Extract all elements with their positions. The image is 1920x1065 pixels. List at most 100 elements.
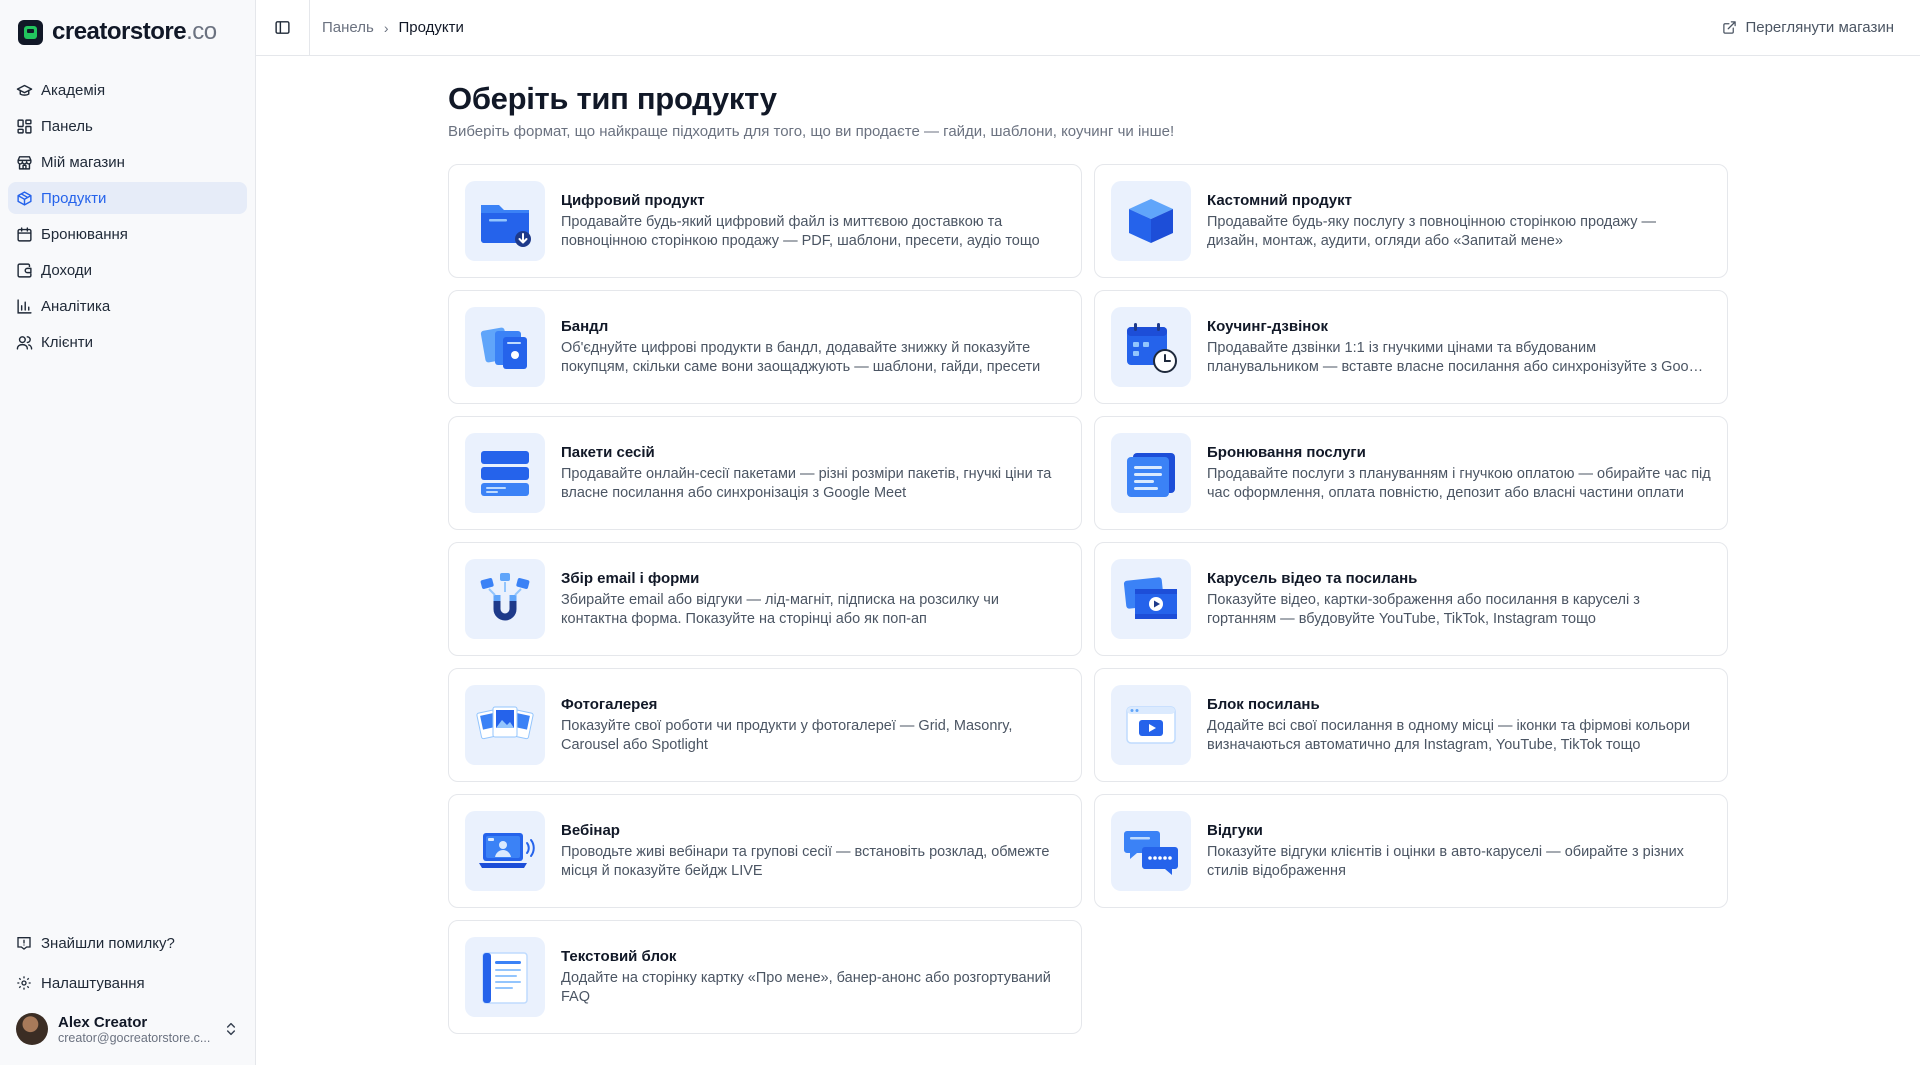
sidebar: creatorstore.co Академія Панель Мій мага… bbox=[0, 0, 256, 1065]
sidebar-item-clients[interactable]: Клієнти bbox=[8, 326, 247, 358]
product-card-text-block[interactable]: Текстовий блок Додайте на сторінку картк… bbox=[448, 920, 1082, 1035]
product-card-service-booking[interactable]: Бронювання послуги Продавайте послуги з … bbox=[1094, 416, 1728, 531]
card-title: Цифровий продукт bbox=[561, 191, 705, 209]
card-description: Показуйте відео, картки-зображення або п… bbox=[1207, 591, 1640, 627]
report-bug-label: Знайшли помилку? bbox=[41, 934, 175, 952]
page-title: Оберіть тип продукту bbox=[448, 81, 777, 116]
link-block-icon bbox=[1126, 706, 1176, 744]
photo-gallery-icon bbox=[476, 706, 534, 740]
card-description: Показуйте відгуки клієнтів і оцінки в ав… bbox=[1207, 843, 1684, 879]
brand-name: creatorstore.co bbox=[52, 18, 217, 45]
video-carousel-icon bbox=[1123, 577, 1177, 620]
webinar-laptop-icon bbox=[479, 833, 535, 869]
topbar: Панель › Продукти Переглянути магазин bbox=[256, 0, 1920, 56]
card-description: Продавайте будь-який цифровий файл із ми… bbox=[561, 213, 1040, 249]
sidebar-item-products[interactable]: Продукти bbox=[8, 182, 247, 214]
card-icon-box bbox=[1111, 307, 1191, 388]
card-icon-box bbox=[465, 559, 545, 640]
card-icon-box bbox=[465, 937, 545, 1018]
card-icon-box bbox=[1111, 685, 1191, 766]
product-card-link-block[interactable]: Блок посилань Додайте всі свої посилання… bbox=[1094, 668, 1728, 783]
graduation-cap-icon bbox=[16, 84, 33, 96]
card-description: Додайте всі свої посилання в одному місц… bbox=[1207, 717, 1691, 753]
product-card-reviews[interactable]: Відгуки Показуйте відгуки клієнтів і оці… bbox=[1094, 794, 1728, 909]
magnet-icon bbox=[480, 573, 530, 621]
card-title: Бандл bbox=[561, 317, 609, 335]
sidebar-item-label: Академія bbox=[41, 81, 106, 99]
card-title: Коучинг-дзвінок bbox=[1207, 317, 1328, 335]
card-icon-box bbox=[465, 181, 545, 262]
reviews-chat-icon bbox=[1124, 831, 1178, 876]
dashboard-grid-icon bbox=[17, 118, 32, 134]
card-description: Продавайте онлайн-сесії пакетами — різні… bbox=[561, 465, 1052, 501]
content: Оберіть тип продукту Виберіть формат, що… bbox=[256, 56, 1920, 1035]
text-document-icon bbox=[482, 952, 528, 1004]
page-subtitle: Виберіть формат, що найкраще підходить д… bbox=[448, 123, 1175, 141]
card-description: Збирайте email або відгуки — лід-магніт,… bbox=[561, 591, 999, 627]
brand-logo-icon bbox=[18, 19, 43, 45]
message-alert-icon bbox=[17, 937, 31, 950]
card-icon-box bbox=[465, 307, 545, 388]
gear-icon bbox=[17, 976, 31, 990]
card-description: Об'єднуйте цифрові продукти в бандл, дод… bbox=[561, 339, 1041, 375]
card-title: Збір email і форми bbox=[561, 569, 700, 587]
card-title: Фотогалерея bbox=[561, 695, 658, 713]
product-card-session-packages[interactable]: Пакети сесій Продавайте онлайн-сесії пак… bbox=[448, 416, 1082, 531]
sidebar-item-income[interactable]: Доходи bbox=[8, 254, 247, 286]
external-link-icon bbox=[1723, 21, 1737, 34]
sidebar-item-label: Мій магазин bbox=[41, 153, 125, 171]
card-icon-box bbox=[1111, 181, 1191, 262]
stacked-sessions-icon bbox=[481, 451, 529, 497]
card-title: Вебінар bbox=[561, 821, 620, 839]
sidebar-item-my-store[interactable]: Мій магазин bbox=[8, 146, 247, 178]
card-icon-box bbox=[1111, 811, 1191, 892]
sidebar-item-dashboard[interactable]: Панель bbox=[8, 110, 247, 142]
cube-icon bbox=[1129, 199, 1173, 244]
breadcrumb: Панель › Продукти bbox=[310, 19, 464, 36]
sidebar-footer: Знайшли помилку? Налаштування Alex Creat… bbox=[0, 927, 255, 1065]
sidebar-toggle-button[interactable] bbox=[256, 0, 310, 56]
product-card-digital[interactable]: Цифровий продукт Продавайте будь-який ци… bbox=[448, 164, 1082, 279]
view-store-link[interactable]: Переглянути магазин bbox=[1722, 19, 1894, 36]
sidebar-item-bookings[interactable]: Бронювання bbox=[8, 218, 247, 250]
sidebar-nav: Академія Панель Мій магазин Продукти Бро… bbox=[0, 64, 255, 358]
product-type-grid: Цифровий продукт Продавайте будь-який ци… bbox=[448, 164, 1920, 1035]
product-card-video-carousel[interactable]: Карусель відео та посилань Показуйте від… bbox=[1094, 542, 1728, 657]
product-card-custom[interactable]: Кастомний продукт Продавайте будь-яку по… bbox=[1094, 164, 1728, 279]
sidebar-item-academy[interactable]: Академія bbox=[8, 74, 247, 106]
product-card-bundle[interactable]: Бандл Об'єднуйте цифрові продукти в банд… bbox=[448, 290, 1082, 405]
card-title: Відгуки bbox=[1207, 821, 1263, 839]
sidebar-item-label: Аналітика bbox=[41, 297, 111, 315]
user-name: Alex Creator bbox=[58, 1013, 148, 1031]
sidebar-item-label: Панель bbox=[41, 117, 93, 135]
card-icon-box bbox=[465, 433, 545, 514]
users-icon bbox=[16, 335, 33, 350]
product-card-email-forms[interactable]: Збір email і форми Збирайте email або ві… bbox=[448, 542, 1082, 657]
card-icon-box bbox=[465, 685, 545, 766]
card-description: Продавайте дзвінки 1:1 із гнучкими цінам… bbox=[1207, 339, 1708, 375]
report-bug-link[interactable]: Знайшли помилку? bbox=[8, 927, 247, 959]
box-icon bbox=[17, 190, 32, 206]
card-icon-box bbox=[465, 811, 545, 892]
wallet-icon bbox=[17, 262, 32, 278]
card-title: Карусель відео та посилань bbox=[1207, 569, 1418, 587]
product-card-coaching-call[interactable]: Коучинг-дзвінок Продавайте дзвінки 1:1 і… bbox=[1094, 290, 1728, 405]
booking-form-icon bbox=[1127, 453, 1175, 498]
card-icon-box bbox=[1111, 433, 1191, 514]
breadcrumb-current: Продукти bbox=[398, 19, 464, 36]
sidebar-panel-icon bbox=[275, 21, 290, 34]
user-menu[interactable]: Alex Creator creator@gocreatorstore.c... bbox=[8, 1007, 247, 1051]
card-title: Пакети сесій bbox=[561, 443, 655, 461]
card-title: Блок посилань bbox=[1207, 695, 1320, 713]
avatar bbox=[16, 1013, 48, 1045]
user-email: creator@gocreatorstore.c... bbox=[58, 1030, 211, 1045]
product-card-webinar[interactable]: Вебінар Проводьте живі вебінари та групо… bbox=[448, 794, 1082, 909]
breadcrumb-dashboard[interactable]: Панель bbox=[322, 19, 374, 36]
product-card-photo-gallery[interactable]: Фотогалерея Показуйте свої роботи чи про… bbox=[448, 668, 1082, 783]
brand[interactable]: creatorstore.co bbox=[0, 0, 255, 64]
sidebar-item-label: Клієнти bbox=[41, 333, 94, 351]
card-description: Проводьте живі вебінари та групові сесії… bbox=[561, 843, 1050, 879]
view-store-label: Переглянути магазин bbox=[1745, 19, 1894, 36]
settings-link[interactable]: Налаштування bbox=[8, 967, 247, 999]
sidebar-item-analytics[interactable]: Аналітика bbox=[8, 290, 247, 322]
